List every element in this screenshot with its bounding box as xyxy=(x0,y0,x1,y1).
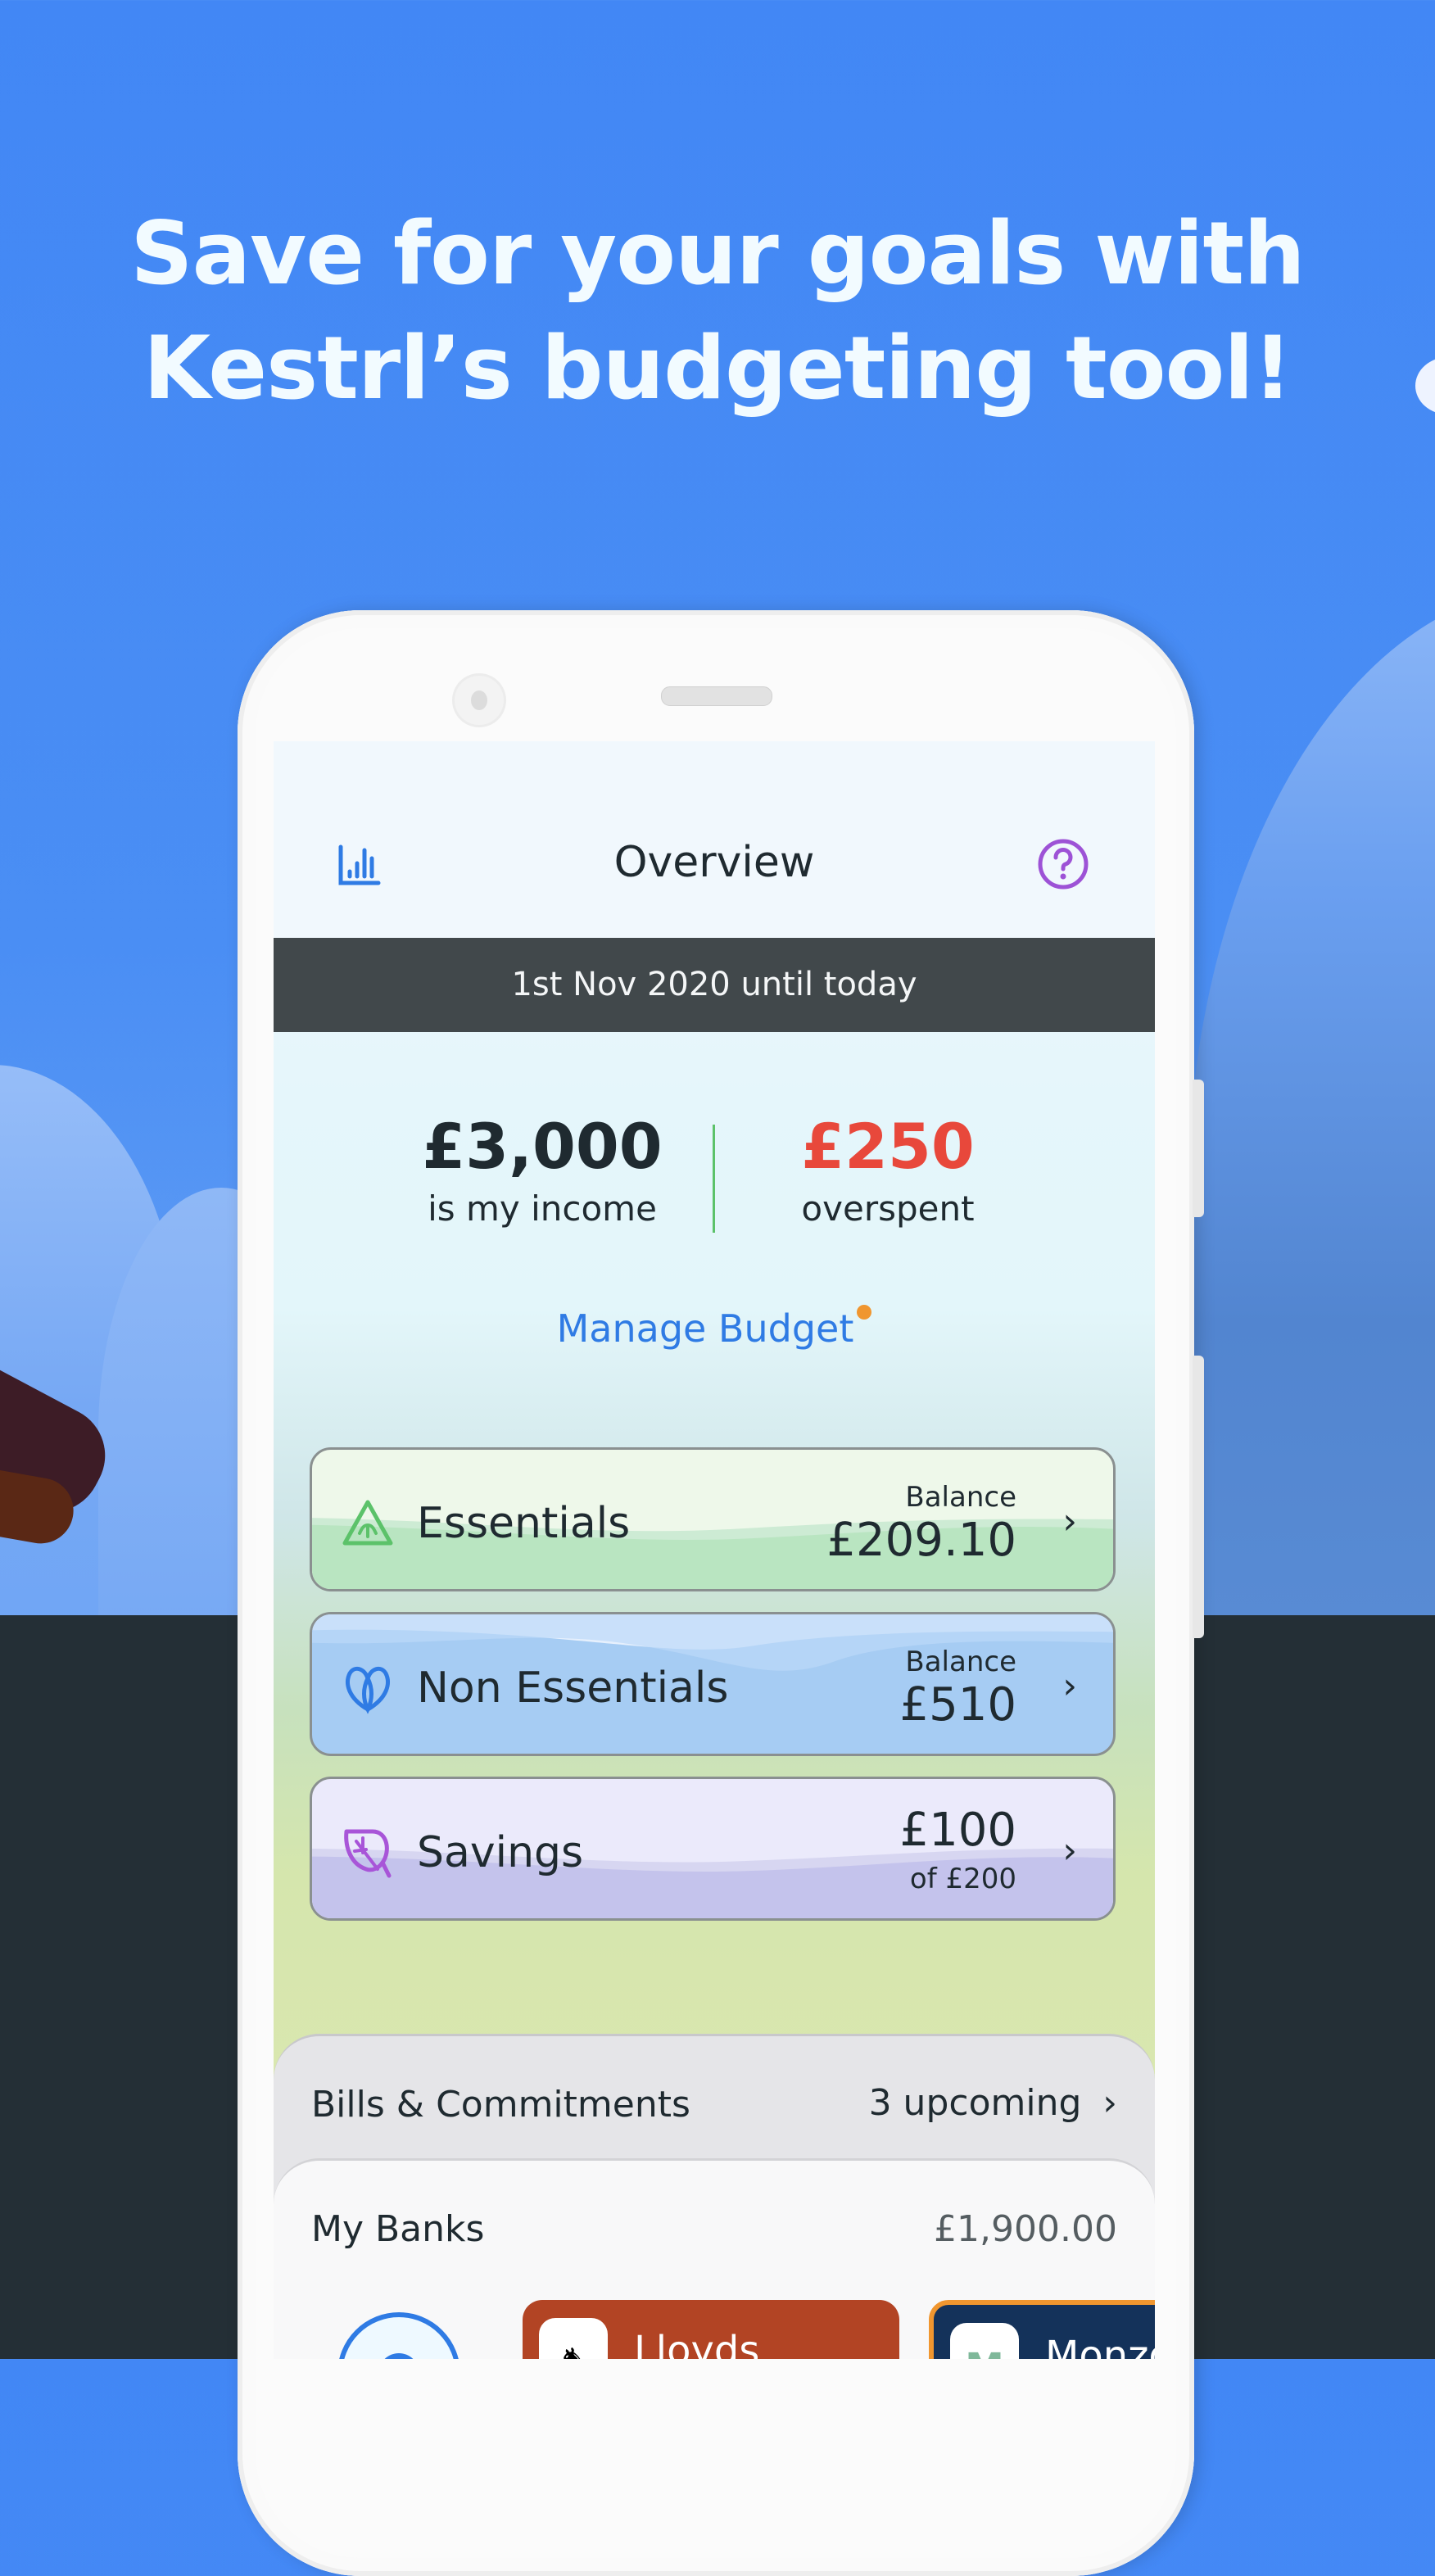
chevron-right-icon: › xyxy=(1102,2082,1117,2124)
income-stat: £3,000 is my income xyxy=(370,1110,714,1229)
banks-label: My Banks xyxy=(311,2208,485,2250)
bank-tile-monzo[interactable]: M Monzo xyxy=(929,2300,1155,2359)
chevron-right-icon: › xyxy=(1062,1501,1077,1542)
phone-power-button xyxy=(1193,1356,1204,1638)
income-label: is my income xyxy=(428,1188,657,1229)
overspent-stat: £250 overspent xyxy=(716,1110,1060,1229)
banks-total: £1,900.00 xyxy=(934,2208,1117,2250)
category-value: £209.10 xyxy=(826,1514,1016,1567)
triangle-sprout-icon xyxy=(342,1500,393,1546)
promo-headline-line1: Save for your goals with xyxy=(130,203,1305,304)
category-value: £100 xyxy=(899,1804,1016,1857)
manage-budget-label: Manage Budget xyxy=(556,1306,854,1351)
bills-upcoming-count: 3 upcoming xyxy=(868,2082,1082,2124)
category-card-non-essentials[interactable]: Non Essentials Balance £510 › xyxy=(310,1612,1116,1756)
page-title: Overview xyxy=(613,838,815,887)
category-card-savings[interactable]: Savings £100 of £200 › xyxy=(310,1777,1116,1921)
overspent-label: overspent xyxy=(801,1188,975,1229)
category-caption: Balance xyxy=(905,1646,1016,1678)
front-camera xyxy=(455,676,504,725)
bank-tile-lloyds[interactable]: ♞ Lloyds xyxy=(523,2300,899,2359)
promo-headline: Save for your goals with Kestrl’s budget… xyxy=(0,197,1435,426)
horse-logo-icon: ♞ xyxy=(539,2318,608,2359)
bank-name: Monzo xyxy=(1045,2333,1155,2359)
category-caption: of £200 xyxy=(909,1863,1016,1895)
my-banks-section: My Banks £1,900.00 ♞ Lloyds M Monzo xyxy=(274,2158,1155,2359)
category-name: Savings xyxy=(417,1828,584,1877)
bills-status: 3 upcoming › xyxy=(869,2082,1117,2124)
chevron-right-icon: › xyxy=(1062,1665,1077,1707)
overspent-amount: £250 xyxy=(801,1110,975,1183)
income-amount: £3,000 xyxy=(422,1110,663,1183)
help-circle-icon[interactable] xyxy=(1037,838,1089,890)
date-range-bar[interactable]: 1st Nov 2020 until today xyxy=(274,938,1155,1032)
phone-volume-button xyxy=(1193,1080,1204,1217)
app-screen: Overview 1st Nov 2020 until today £3,000… xyxy=(274,741,1155,2359)
category-name: Non Essentials xyxy=(417,1664,729,1713)
notification-dot xyxy=(857,1305,872,1320)
phone-speaker xyxy=(661,686,772,706)
add-bank-button[interactable] xyxy=(337,2312,460,2359)
bills-label: Bills & Commitments xyxy=(311,2084,690,2126)
stat-divider xyxy=(713,1125,715,1233)
bank-name: Lloyds xyxy=(634,2328,760,2359)
category-name: Essentials xyxy=(417,1499,631,1548)
app-header: Overview xyxy=(274,741,1155,938)
leaf-icon xyxy=(344,1829,392,1878)
chevron-right-icon: › xyxy=(1062,1830,1077,1872)
manage-budget-link[interactable]: Manage Budget xyxy=(274,1305,1155,1351)
category-card-essentials[interactable]: Essentials Balance £209.10 › xyxy=(310,1447,1116,1591)
monzo-m-logo-icon: M xyxy=(950,2323,1019,2359)
heart-loops-icon xyxy=(346,1666,390,1714)
category-value: £510 xyxy=(899,1678,1016,1732)
category-caption: Balance xyxy=(905,1481,1016,1514)
promo-headline-line2: Kestrl’s budgeting tool! xyxy=(143,318,1292,419)
